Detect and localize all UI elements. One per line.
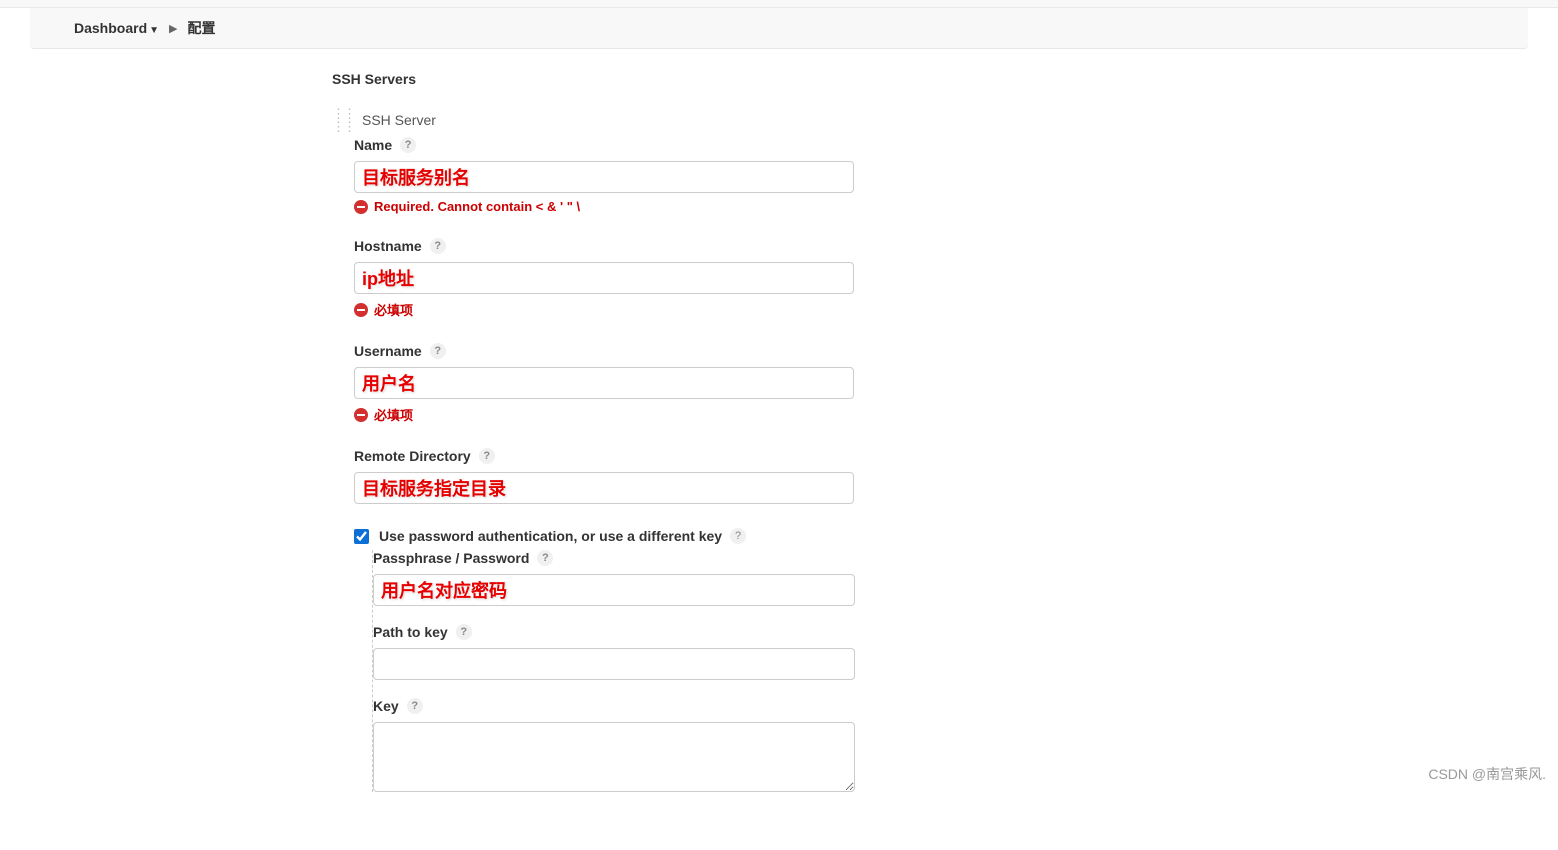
- hostname-label: Hostname: [354, 238, 422, 254]
- key-label: Key: [373, 698, 399, 714]
- help-icon[interactable]: ?: [456, 624, 472, 640]
- breadcrumb: Dashboard▼ ▶ 配置: [30, 8, 1528, 49]
- drag-handle-icon[interactable]: ⋮⋮⋮⋮: [332, 107, 354, 133]
- error-icon: [354, 200, 368, 214]
- error-icon: [354, 303, 368, 317]
- remote-directory-label: Remote Directory: [354, 448, 471, 464]
- error-icon: [354, 408, 368, 422]
- name-input[interactable]: [354, 161, 854, 193]
- field-remote-directory: Remote Directory ? 目标服务指定目录: [354, 448, 1558, 504]
- key-textarea[interactable]: [373, 722, 855, 792]
- chevron-right-icon: ▶: [169, 22, 177, 35]
- field-hostname: Hostname ? ip地址 必填项: [354, 238, 1558, 319]
- help-icon[interactable]: ?: [430, 238, 446, 254]
- field-path-to-key: Path to key ?: [373, 624, 1558, 680]
- use-password-checkbox[interactable]: [354, 529, 369, 544]
- remote-directory-input[interactable]: [354, 472, 854, 504]
- help-icon[interactable]: ?: [479, 448, 495, 464]
- help-icon[interactable]: ?: [407, 698, 423, 714]
- breadcrumb-root[interactable]: Dashboard▼: [74, 20, 159, 36]
- name-label: Name: [354, 137, 392, 153]
- hostname-input[interactable]: [354, 262, 854, 294]
- section-title: SSH Servers: [332, 71, 1558, 87]
- field-name: Name ? 目标服务别名 Required. Cannot contain <…: [354, 137, 1558, 214]
- help-icon[interactable]: ?: [537, 550, 553, 566]
- caret-down-icon: ▼: [149, 25, 159, 36]
- path-to-key-input[interactable]: [373, 648, 855, 680]
- use-password-row: Use password authentication, or use a di…: [354, 528, 1558, 544]
- top-bar: [0, 0, 1558, 8]
- passphrase-label: Passphrase / Password: [373, 550, 529, 566]
- use-password-label: Use password authentication, or use a di…: [379, 528, 722, 544]
- watermark: CSDN @南宫乘风.: [1428, 764, 1546, 784]
- username-label: Username: [354, 343, 422, 359]
- name-error: Required. Cannot contain < & ' " \: [354, 199, 1558, 214]
- passphrase-input[interactable]: [373, 574, 855, 606]
- path-to-key-label: Path to key: [373, 624, 448, 640]
- field-passphrase: Passphrase / Password ? 用户名对应密码: [373, 550, 1558, 606]
- ssh-server-label: SSH Server: [362, 112, 436, 128]
- username-error: 必填项: [354, 405, 1558, 424]
- hostname-error: 必填项: [354, 300, 1558, 319]
- help-icon[interactable]: ?: [430, 343, 446, 359]
- auth-sub-block: Passphrase / Password ? 用户名对应密码 Path to …: [372, 550, 1558, 792]
- breadcrumb-current: 配置: [188, 18, 216, 38]
- help-icon[interactable]: ?: [730, 528, 746, 544]
- field-username: Username ? 用户名 必填项: [354, 343, 1558, 424]
- ssh-server-block: ⋮⋮⋮⋮ SSH Server Name ? 目标服务别名 Required. …: [332, 107, 1558, 792]
- field-key: Key ?: [373, 698, 1558, 792]
- main-content: SSH Servers ⋮⋮⋮⋮ SSH Server Name ? 目标服务别…: [0, 49, 1558, 850]
- username-input[interactable]: [354, 367, 854, 399]
- help-icon[interactable]: ?: [400, 137, 416, 153]
